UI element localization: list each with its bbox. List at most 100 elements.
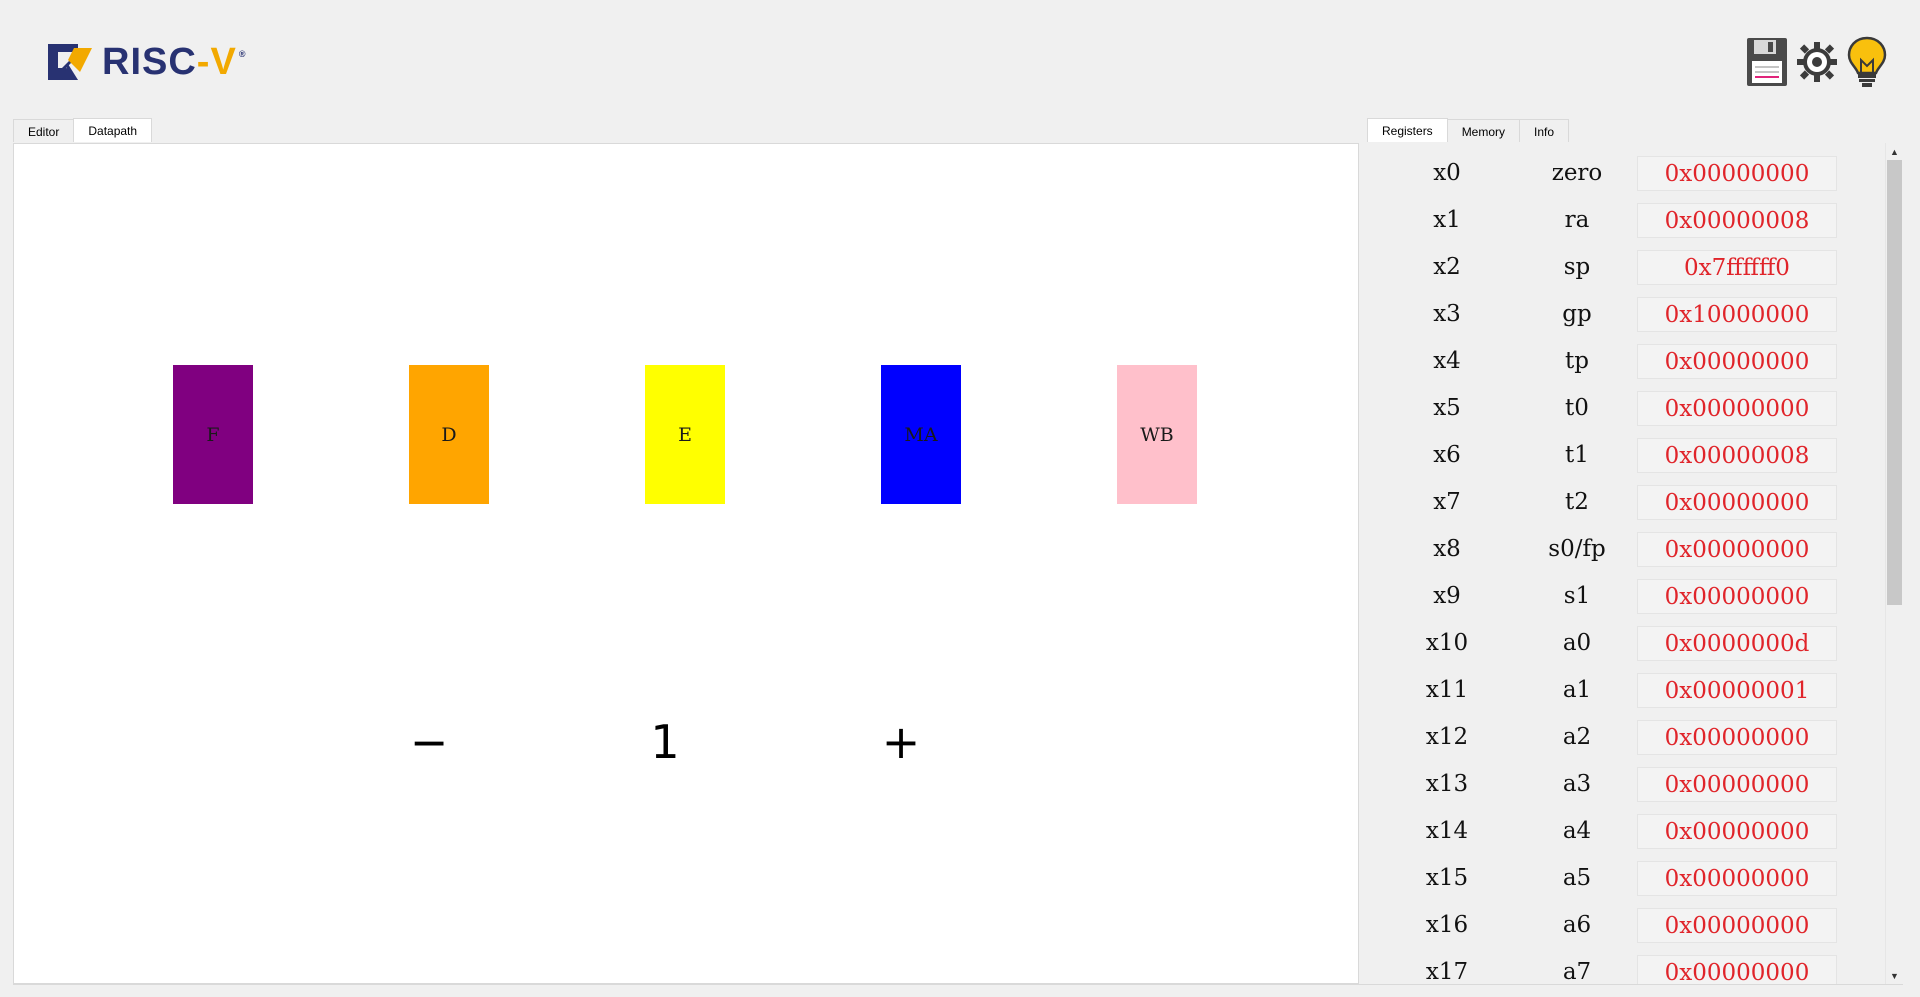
decrement-button[interactable]: − bbox=[399, 712, 459, 772]
register-number: x0 bbox=[1433, 160, 1461, 186]
register-abi-name: a5 bbox=[1562, 865, 1592, 891]
stage-writeback[interactable]: WB bbox=[1117, 365, 1197, 504]
register-number: x13 bbox=[1425, 771, 1469, 797]
scroll-up-arrow-icon[interactable]: ▲ bbox=[1886, 143, 1903, 160]
stage-decode[interactable]: D bbox=[409, 365, 489, 504]
register-number: x8 bbox=[1433, 536, 1461, 562]
register-abi-name: a3 bbox=[1562, 771, 1592, 797]
logo-text-v: V bbox=[210, 41, 237, 83]
register-value[interactable]: 0x00000000 bbox=[1637, 861, 1837, 896]
register-value[interactable]: 0x00000001 bbox=[1637, 673, 1837, 708]
register-row-x2: x2 sp 0x7ffffff0 bbox=[1367, 248, 1885, 286]
register-abi-name: a6 bbox=[1562, 912, 1592, 938]
register-abi-name: s0/fp bbox=[1548, 536, 1606, 562]
lightbulb-icon[interactable] bbox=[1844, 36, 1890, 88]
logo-text-dash: - bbox=[196, 41, 211, 83]
register-value[interactable]: 0x00000000 bbox=[1637, 720, 1837, 755]
register-row-x17: x17 a7 0x00000000 bbox=[1367, 953, 1885, 984]
toolbar bbox=[1744, 36, 1890, 88]
tab-registers[interactable]: Registers bbox=[1367, 118, 1448, 142]
register-panel: x0 zero 0x00000000 x1 ra 0x00000008 x2 s… bbox=[1367, 143, 1885, 984]
register-row-x6: x6 t1 0x00000008 bbox=[1367, 436, 1885, 474]
register-value[interactable]: 0x0000000d bbox=[1637, 626, 1837, 661]
register-number: x9 bbox=[1433, 583, 1461, 609]
register-value[interactable]: 0x00000000 bbox=[1637, 908, 1837, 943]
register-value[interactable]: 0x00000000 bbox=[1637, 579, 1837, 614]
stage-fetch[interactable]: F bbox=[173, 365, 253, 504]
register-abi-name: a7 bbox=[1562, 959, 1592, 984]
register-number: x2 bbox=[1433, 254, 1461, 280]
scroll-down-arrow-icon[interactable]: ▼ bbox=[1886, 967, 1903, 984]
save-icon[interactable] bbox=[1744, 36, 1790, 88]
register-row-x14: x14 a4 0x00000000 bbox=[1367, 812, 1885, 850]
register-abi-name: t1 bbox=[1565, 442, 1589, 468]
register-abi-name: sp bbox=[1563, 254, 1591, 280]
register-value[interactable]: 0x00000000 bbox=[1637, 814, 1837, 849]
register-value[interactable]: 0x10000000 bbox=[1637, 297, 1837, 332]
increment-button[interactable]: + bbox=[871, 712, 931, 772]
settings-icon[interactable] bbox=[1794, 36, 1840, 88]
register-row-x9: x9 s1 0x00000000 bbox=[1367, 577, 1885, 615]
tab-info[interactable]: Info bbox=[1519, 119, 1570, 142]
scrollbar-thumb[interactable] bbox=[1887, 160, 1902, 605]
logo-registered-mark: ® bbox=[238, 49, 247, 59]
register-number: x5 bbox=[1433, 395, 1461, 421]
register-number: x4 bbox=[1433, 348, 1461, 374]
register-scrollbar[interactable]: ▲ ▼ bbox=[1885, 143, 1903, 984]
register-abi-name: s1 bbox=[1563, 583, 1591, 609]
register-value[interactable]: 0x00000000 bbox=[1637, 344, 1837, 379]
register-number: x14 bbox=[1425, 818, 1469, 844]
side-tab-bar: Registers Memory Info bbox=[1367, 118, 1570, 142]
register-row-x1: x1 ra 0x00000008 bbox=[1367, 201, 1885, 239]
register-number: x15 bbox=[1425, 865, 1469, 891]
register-number: x3 bbox=[1433, 301, 1461, 327]
tab-datapath[interactable]: Datapath bbox=[73, 118, 153, 142]
register-row-x12: x12 a2 0x00000000 bbox=[1367, 718, 1885, 756]
register-row-x4: x4 tp 0x00000000 bbox=[1367, 342, 1885, 380]
register-row-x0: x0 zero 0x00000000 bbox=[1367, 154, 1885, 192]
logo-text-risc: RISC bbox=[102, 41, 197, 83]
register-row-x8: x8 s0/fp 0x00000000 bbox=[1367, 530, 1885, 568]
register-number: x7 bbox=[1433, 489, 1461, 515]
register-abi-name: tp bbox=[1565, 348, 1589, 374]
register-abi-name: a0 bbox=[1562, 630, 1592, 656]
step-value: 1 bbox=[650, 715, 680, 769]
register-value[interactable]: 0x00000000 bbox=[1637, 485, 1837, 520]
register-value[interactable]: 0x00000008 bbox=[1637, 438, 1837, 473]
tab-editor[interactable]: Editor bbox=[13, 119, 75, 142]
register-value[interactable]: 0x00000000 bbox=[1637, 532, 1837, 567]
register-abi-name: a1 bbox=[1562, 677, 1592, 703]
register-value[interactable]: 0x00000000 bbox=[1637, 955, 1837, 984]
register-row-x13: x13 a3 0x00000000 bbox=[1367, 765, 1885, 803]
register-value[interactable]: 0x00000000 bbox=[1637, 767, 1837, 802]
register-abi-name: gp bbox=[1562, 301, 1592, 327]
register-abi-name: a2 bbox=[1562, 724, 1592, 750]
register-number: x17 bbox=[1425, 959, 1469, 984]
register-abi-name: ra bbox=[1564, 207, 1590, 233]
register-abi-name: t2 bbox=[1565, 489, 1589, 515]
register-row-x5: x5 t0 0x00000000 bbox=[1367, 389, 1885, 427]
main-tab-bar: Editor Datapath bbox=[13, 118, 153, 142]
register-row-x15: x15 a5 0x00000000 bbox=[1367, 859, 1885, 897]
stage-execute[interactable]: E bbox=[645, 365, 725, 504]
register-number: x16 bbox=[1425, 912, 1469, 938]
register-number: x11 bbox=[1425, 677, 1469, 703]
register-row-x11: x11 a1 0x00000001 bbox=[1367, 671, 1885, 709]
register-number: x1 bbox=[1433, 207, 1461, 233]
register-value[interactable]: 0x00000000 bbox=[1637, 391, 1837, 426]
register-value[interactable]: 0x00000008 bbox=[1637, 203, 1837, 238]
tab-memory[interactable]: Memory bbox=[1446, 119, 1521, 142]
register-row-x7: x7 t2 0x00000000 bbox=[1367, 483, 1885, 521]
register-number: x6 bbox=[1433, 442, 1461, 468]
datapath-canvas: F D E MA WB − 1 + bbox=[13, 143, 1359, 984]
register-row-x16: x16 a6 0x00000000 bbox=[1367, 906, 1885, 944]
register-row-x3: x3 gp 0x10000000 bbox=[1367, 295, 1885, 333]
bottom-divider bbox=[13, 984, 1903, 985]
register-value[interactable]: 0x00000000 bbox=[1637, 156, 1837, 191]
register-abi-name: zero bbox=[1551, 160, 1603, 186]
register-value[interactable]: 0x7ffffff0 bbox=[1637, 250, 1837, 285]
register-number: x10 bbox=[1425, 630, 1469, 656]
logo-text: RISC-V ® bbox=[102, 42, 246, 82]
risc-v-logo-icon bbox=[48, 44, 92, 80]
stage-memory-access[interactable]: MA bbox=[881, 365, 961, 504]
